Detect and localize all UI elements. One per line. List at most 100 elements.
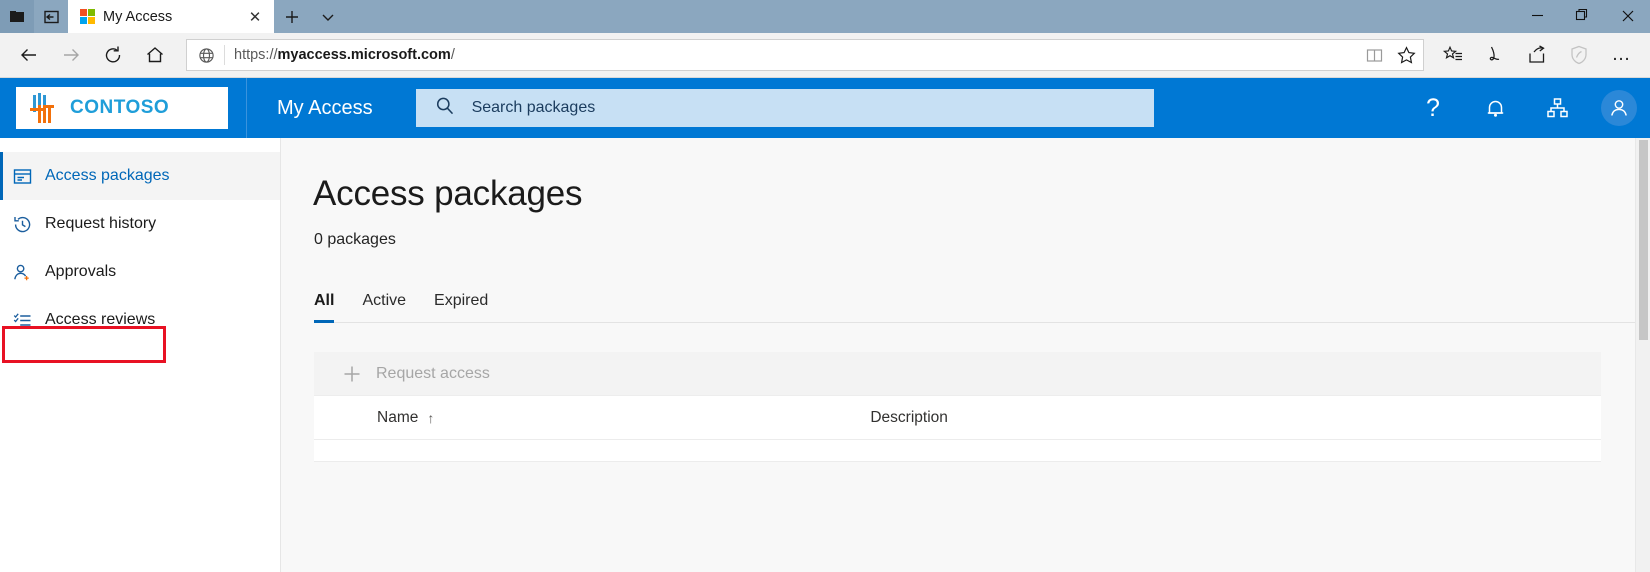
more-settings-button[interactable]: … bbox=[1600, 36, 1642, 74]
app-header: CONTOSO My Access Search packages ? bbox=[0, 78, 1650, 138]
command-bar: Request access bbox=[314, 352, 1601, 396]
address-separator bbox=[224, 45, 225, 65]
history-icon bbox=[12, 214, 32, 234]
sidebar-item-access-reviews[interactable]: Access reviews bbox=[0, 296, 280, 344]
tab-all[interactable]: All bbox=[314, 292, 334, 322]
column-header-description[interactable]: Description bbox=[870, 409, 948, 427]
bell-icon bbox=[1483, 96, 1508, 121]
main-content: Access packages 0 packages All Active Ex… bbox=[281, 138, 1650, 572]
protection-button[interactable] bbox=[1558, 36, 1600, 74]
sitemap-icon bbox=[1545, 96, 1570, 121]
avatar bbox=[1601, 90, 1637, 126]
contoso-logo-icon bbox=[30, 93, 58, 123]
browser-toolbar: https://myaccess.microsoft.com/ bbox=[0, 33, 1650, 78]
reading-view-button[interactable] bbox=[1363, 44, 1385, 66]
browser-window: My Access ✕ bbox=[0, 0, 1650, 572]
favorites-hub-button[interactable] bbox=[1432, 36, 1474, 74]
request-access-button[interactable]: Request access bbox=[376, 365, 490, 383]
star-list-icon bbox=[1442, 44, 1464, 66]
person-add-icon bbox=[12, 262, 32, 282]
web-notes-button[interactable] bbox=[1474, 36, 1516, 74]
app-header-actions: ? bbox=[1402, 78, 1650, 138]
tab-title: My Access bbox=[103, 9, 234, 25]
toolbar-right-actions: … bbox=[1432, 36, 1642, 74]
window-controls bbox=[1515, 0, 1650, 31]
minimize-icon bbox=[1531, 9, 1544, 22]
sidebar-item-label: Access packages bbox=[45, 167, 170, 185]
packages-table: Name ↑ Description bbox=[314, 396, 1601, 462]
sidebar-item-label: Approvals bbox=[45, 263, 116, 281]
globe-icon bbox=[195, 44, 217, 66]
column-header-name[interactable]: Name ↑ bbox=[377, 409, 434, 427]
set-aside-icon bbox=[42, 8, 61, 26]
help-button[interactable]: ? bbox=[1402, 78, 1464, 138]
pen-icon bbox=[1484, 44, 1506, 66]
column-header-label: Description bbox=[870, 409, 948, 427]
person-icon bbox=[1608, 97, 1630, 119]
tab-list-menu-button[interactable] bbox=[310, 0, 346, 33]
notifications-button[interactable] bbox=[1464, 78, 1526, 138]
org-hierarchy-button[interactable] bbox=[1526, 78, 1588, 138]
close-button[interactable] bbox=[1605, 0, 1650, 31]
scrollbar-thumb[interactable] bbox=[1639, 140, 1648, 340]
table-empty-row bbox=[314, 440, 1601, 462]
package-count: 0 packages bbox=[314, 231, 1650, 249]
tab-preview-icon bbox=[8, 8, 26, 26]
sidebar-item-approvals[interactable]: Approvals bbox=[0, 248, 280, 296]
browser-tab[interactable]: My Access ✕ bbox=[68, 0, 274, 33]
tab-active[interactable]: Active bbox=[362, 292, 406, 322]
microsoft-logo-icon bbox=[80, 9, 95, 24]
account-button[interactable] bbox=[1588, 78, 1650, 138]
share-icon bbox=[1526, 44, 1548, 66]
tab-close-button[interactable]: ✕ bbox=[242, 4, 268, 30]
tab-expired[interactable]: Expired bbox=[434, 292, 488, 322]
sidebar-item-label: Access reviews bbox=[45, 311, 155, 329]
back-button[interactable] bbox=[8, 36, 50, 74]
url-protocol: https:// bbox=[234, 47, 278, 63]
plus-icon bbox=[342, 364, 362, 384]
checklist-icon bbox=[12, 310, 32, 330]
app-title: My Access bbox=[277, 97, 373, 120]
plus-icon bbox=[284, 9, 300, 25]
minimize-button[interactable] bbox=[1515, 0, 1560, 31]
refresh-icon bbox=[102, 44, 124, 66]
set-aside-tabs-button[interactable] bbox=[34, 0, 68, 33]
page-body: Access packages Request history bbox=[0, 138, 1650, 572]
url-path: / bbox=[451, 47, 455, 63]
table-header-row: Name ↑ Description bbox=[314, 396, 1601, 440]
sidebar-item-access-packages[interactable]: Access packages bbox=[0, 152, 280, 200]
sidebar-item-label: Request history bbox=[45, 215, 156, 233]
home-icon bbox=[144, 44, 166, 66]
sidebar: Access packages Request history bbox=[0, 138, 281, 572]
header-divider bbox=[246, 78, 247, 138]
refresh-button[interactable] bbox=[92, 36, 134, 74]
tab-preview-button[interactable] bbox=[0, 0, 34, 33]
vertical-scrollbar[interactable] bbox=[1635, 138, 1650, 572]
shield-icon bbox=[1568, 44, 1590, 66]
content-tabs: All Active Expired bbox=[314, 292, 1635, 323]
contoso-logo-text: CONTOSO bbox=[70, 97, 169, 119]
sort-ascending-icon: ↑ bbox=[427, 410, 434, 426]
forward-button[interactable] bbox=[50, 36, 92, 74]
column-header-label: Name bbox=[377, 409, 418, 427]
search-placeholder: Search packages bbox=[472, 99, 596, 117]
browser-title-bar: My Access ✕ bbox=[0, 0, 1650, 33]
maximize-icon bbox=[1575, 8, 1590, 23]
favorite-button[interactable] bbox=[1395, 44, 1417, 66]
address-bar[interactable]: https://myaccess.microsoft.com/ bbox=[186, 39, 1424, 71]
contoso-logo[interactable]: CONTOSO bbox=[16, 87, 228, 129]
search-icon bbox=[434, 95, 456, 122]
maximize-button[interactable] bbox=[1560, 0, 1605, 31]
new-tab-button[interactable] bbox=[274, 0, 310, 33]
back-arrow-icon bbox=[18, 44, 40, 66]
url-domain: myaccess.microsoft.com bbox=[278, 47, 451, 63]
search-packages-input[interactable]: Search packages bbox=[416, 89, 1154, 127]
page-title: Access packages bbox=[313, 174, 1650, 214]
home-button[interactable] bbox=[134, 36, 176, 74]
share-button[interactable] bbox=[1516, 36, 1558, 74]
forward-arrow-icon bbox=[60, 44, 82, 66]
sidebar-item-request-history[interactable]: Request history bbox=[0, 200, 280, 248]
address-text: https://myaccess.microsoft.com/ bbox=[234, 47, 1363, 63]
package-icon bbox=[12, 166, 32, 186]
chevron-down-icon bbox=[320, 9, 336, 25]
